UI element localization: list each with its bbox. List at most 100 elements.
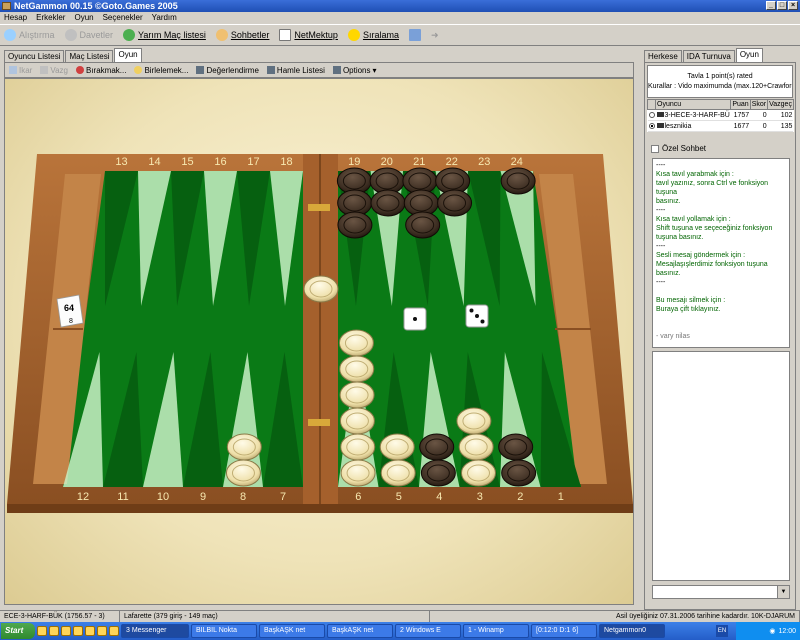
dark-checker[interactable] [420, 459, 456, 487]
chevron-down-icon[interactable]: ▼ [777, 586, 789, 598]
tab-player-list[interactable]: Oyuncu Listesi [4, 50, 65, 62]
dark-checker[interactable] [419, 433, 455, 461]
quicklaunch-icon[interactable] [97, 626, 107, 636]
double-button[interactable]: Ikar [9, 66, 32, 75]
minimize-button[interactable]: _ [766, 1, 776, 10]
light-checker[interactable] [338, 329, 374, 357]
player-rating: 1757 [730, 109, 751, 121]
point-number: 12 [77, 491, 89, 503]
maximize-button[interactable]: □ [777, 1, 787, 10]
options-button[interactable]: Options ▾ [332, 66, 377, 75]
chats-button[interactable]: Sohbetler [215, 29, 269, 41]
light-checker[interactable] [225, 459, 261, 487]
taskbar-button[interactable]: Netgammon0 [599, 624, 665, 638]
col-resign[interactable]: Vazgeç [767, 99, 794, 110]
right-panel: Tavla 1 point(s) rated Kurallar : Vido m… [644, 62, 796, 610]
chat-log[interactable]: ---- Kısa tavıl yarabmak için : tavıl yazı… [652, 158, 790, 348]
private-chat-toggle[interactable]: Özel Sohbet [651, 144, 706, 153]
window-layout-icon [408, 29, 421, 41]
quicklaunch-icon[interactable] [73, 626, 83, 636]
taskbar-button[interactable]: [0:12:0 D:1 6] [531, 624, 597, 638]
dark-checker[interactable] [500, 167, 536, 195]
light-checker[interactable] [303, 275, 339, 303]
undo-button[interactable]: Vazg [40, 66, 68, 75]
dark-checker[interactable] [437, 189, 473, 217]
globe-icon [123, 29, 136, 41]
backgammon-board[interactable]: 13 14 15 16 17 18 19 20 21 22 23 2412 11 10 9 8 7 6 5 4 3 2 1 … [5, 79, 634, 605]
light-checker[interactable] [226, 433, 262, 461]
tab-match-list[interactable]: Maç Listesi [65, 50, 114, 62]
light-checker[interactable] [456, 407, 492, 435]
quicklaunch-icon[interactable] [109, 626, 119, 636]
game-rules: Kurallar : Vido maximumda (max.120+Crawf… [648, 83, 793, 90]
table-row[interactable]: 3-HECE-3-HARF-BÜ 1757 0 102 [647, 109, 794, 121]
join-button[interactable]: Birlelemek... [134, 66, 188, 75]
game-info: Tavla 1 point(s) rated Kurallar : Vido m… [647, 65, 793, 98]
dark-checker[interactable] [405, 211, 441, 239]
taskbar-button[interactable]: 2 Windows E [395, 624, 461, 638]
menu-account[interactable]: Hesap [4, 12, 27, 24]
start-button[interactable]: Start [1, 623, 35, 639]
taskbar-button[interactable]: BILBIL Nokta [191, 624, 257, 638]
options-icon [332, 66, 341, 74]
layout-button[interactable] [408, 29, 421, 41]
col-player[interactable]: Oyuncu [654, 99, 732, 110]
dark-checker[interactable] [498, 433, 534, 461]
taskbar-button[interactable]: 3 Messenger [121, 624, 189, 638]
menu-options[interactable]: Seçenekler [103, 12, 143, 24]
light-checker[interactable] [379, 433, 415, 461]
move-list-button[interactable]: Hamle Listesi [266, 66, 325, 75]
light-checker[interactable] [340, 433, 376, 461]
quicklaunch-icon[interactable] [85, 626, 95, 636]
quicklaunch-icon[interactable] [49, 626, 59, 636]
tray-icon[interactable]: ◉ [769, 627, 775, 635]
menu-help[interactable]: Yardım [152, 12, 177, 24]
dark-checker[interactable] [337, 211, 373, 239]
taskbar-button[interactable]: BaşkAŞK net [327, 624, 393, 638]
doubling-cube[interactable]: 64 8 [56, 294, 84, 328]
col-score[interactable]: Skor [749, 99, 769, 110]
die[interactable] [465, 304, 489, 328]
light-checker[interactable] [340, 459, 376, 487]
practice-button[interactable]: Alıştırma [4, 29, 55, 41]
player-name: lesznikia [664, 122, 692, 130]
resign-button[interactable]: Bırakmak... [75, 66, 126, 75]
half-match-list-button[interactable]: Yarım Maç listesi [123, 29, 206, 41]
ranking-button[interactable]: Sıralama [347, 29, 399, 41]
private-chat-checkbox[interactable] [651, 144, 659, 153]
evaluation-button[interactable]: Değerlendirme [196, 66, 259, 75]
taskbar-button[interactable]: 1 - Winamp [463, 624, 529, 638]
clock[interactable]: 12:00 [778, 628, 796, 635]
invites-button[interactable]: Davetler [64, 29, 113, 41]
taskbar-button[interactable]: BaşkAŞK net [259, 624, 325, 638]
col-rating[interactable]: Puan [730, 99, 751, 110]
forward-button[interactable]: ➜ [431, 30, 439, 41]
title-bar[interactable]: NetGammon 00.15 ©Goto.Games 2005 _ □ × [0, 0, 800, 12]
menu-extras[interactable]: Erkekler [36, 12, 65, 24]
netmail-button[interactable]: NetMektup [279, 29, 338, 41]
dark-checker[interactable] [501, 459, 537, 487]
close-button[interactable]: × [788, 1, 798, 10]
die[interactable] [403, 307, 427, 331]
light-checker[interactable] [339, 407, 375, 435]
language-indicator[interactable]: EN [716, 625, 728, 637]
dark-checker[interactable] [370, 189, 406, 217]
quicklaunch-icon[interactable] [37, 626, 47, 636]
tab-game[interactable]: Oyun [114, 48, 142, 62]
hinge-top [308, 204, 330, 211]
light-checker[interactable] [458, 433, 494, 461]
light-checker[interactable] [339, 381, 375, 409]
tab-everyone[interactable]: Herkese [644, 50, 682, 62]
quicklaunch-icon[interactable] [61, 626, 71, 636]
tab-ida-tournament[interactable]: IDA Turnuva [682, 50, 735, 62]
chat-area[interactable] [652, 351, 790, 581]
chat-input[interactable]: ▼ [652, 585, 790, 599]
light-checker[interactable] [461, 459, 497, 487]
light-checker[interactable] [339, 355, 375, 383]
left-tab-strip: Oyuncu Listesi Maç Listesi Oyun [4, 48, 142, 62]
tab-game-chat[interactable]: Oyun [735, 48, 763, 62]
lightbulb-icon [134, 66, 143, 74]
menu-game[interactable]: Oyun [74, 12, 93, 24]
table-row[interactable]: lesznikia 1677 0 135 [647, 120, 794, 132]
light-checker[interactable] [380, 459, 416, 487]
